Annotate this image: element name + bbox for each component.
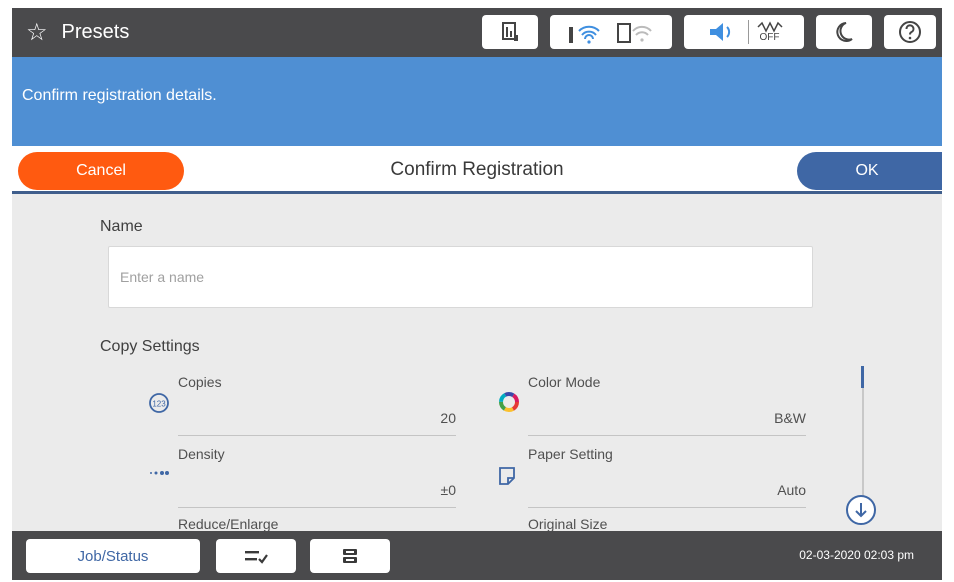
divider xyxy=(528,435,806,436)
wifi-direct-icon xyxy=(617,23,652,43)
setting-color-mode[interactable]: Color Mode B&W xyxy=(528,374,806,444)
sound-quiet-button[interactable]: OFF xyxy=(684,15,804,49)
banner-message: Confirm registration details. xyxy=(22,87,217,104)
copies-icon: 123 xyxy=(149,393,169,413)
sleep-mode-icon xyxy=(836,22,853,42)
ink-level-button[interactable] xyxy=(482,15,538,49)
copies-value: 20 xyxy=(440,410,456,426)
paper-setting-value: Auto xyxy=(777,482,806,498)
color-mode-label: Color Mode xyxy=(528,374,601,390)
wifi-icon xyxy=(569,25,600,44)
setting-copies[interactable]: Copies 20 xyxy=(178,374,456,444)
density-icon xyxy=(150,471,169,475)
action-row: Cancel Confirm Registration OK xyxy=(12,146,942,194)
original-size-label: Original Size xyxy=(528,516,608,532)
message-banner: Confirm registration details. xyxy=(12,57,942,146)
scroll-down-button[interactable] xyxy=(846,495,876,525)
paper-setting-icon xyxy=(499,467,515,485)
bottom-bar: Job/Status 02-03-2020 02:03 pm xyxy=(12,531,942,580)
sound-icon xyxy=(709,23,730,41)
printer-status-button[interactable] xyxy=(310,539,390,573)
copy-settings-heading: Copy Settings xyxy=(100,338,200,355)
printer-screen: ☆ Presets OFF Confirm registration detai… xyxy=(12,8,942,580)
divider xyxy=(178,435,456,436)
setting-paper[interactable]: Paper Setting Auto xyxy=(528,446,806,516)
divider xyxy=(528,507,806,508)
copies-label: Copies xyxy=(178,374,222,390)
job-status-button[interactable]: Job/Status xyxy=(26,539,200,573)
datetime-display: 02-03-2020 02:03 pm xyxy=(799,548,914,562)
arrow-down-icon xyxy=(855,503,867,518)
name-label: Name xyxy=(100,218,143,235)
color-mode-icon xyxy=(499,392,519,412)
stop-job-icon xyxy=(245,551,268,564)
density-value: ±0 xyxy=(440,482,456,498)
name-input[interactable] xyxy=(108,246,813,308)
stop-button[interactable] xyxy=(216,539,296,573)
star-icon: ☆ xyxy=(26,18,48,46)
divider xyxy=(178,507,456,508)
printer-icon xyxy=(343,549,357,563)
color-mode-value: B&W xyxy=(774,410,806,426)
quiet-off-label: OFF xyxy=(759,32,780,43)
network-status-button[interactable] xyxy=(550,15,672,49)
presets-label: Presets xyxy=(61,21,130,43)
scrollbar-thumb[interactable] xyxy=(861,366,864,388)
paper-setting-label: Paper Setting xyxy=(528,446,613,462)
divider xyxy=(747,20,749,44)
help-button[interactable] xyxy=(884,15,936,49)
ok-button[interactable]: OK xyxy=(797,152,942,190)
help-icon xyxy=(899,21,921,43)
sleep-button[interactable] xyxy=(816,15,872,49)
scrollbar-track[interactable] xyxy=(862,380,864,500)
reduce-enlarge-label: Reduce/Enlarge xyxy=(178,516,279,532)
presets-button[interactable]: ☆ Presets xyxy=(26,8,129,57)
svg-text:123: 123 xyxy=(152,400,166,409)
top-bar: ☆ Presets OFF xyxy=(12,8,942,57)
ink-level-icon xyxy=(502,22,518,41)
density-label: Density xyxy=(178,446,225,462)
setting-density[interactable]: Density ±0 xyxy=(178,446,456,516)
quiet-mode-off-icon: OFF xyxy=(756,21,783,43)
